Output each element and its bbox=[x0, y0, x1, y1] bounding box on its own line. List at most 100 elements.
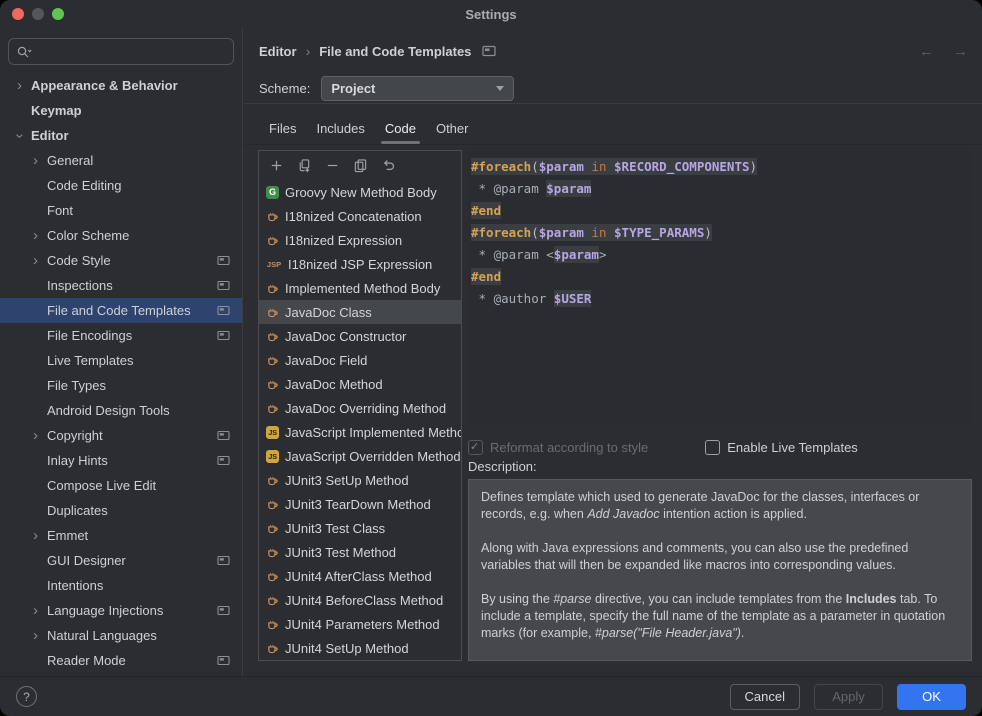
chevron-right-icon[interactable]: › bbox=[28, 154, 43, 168]
sidebar-item-natural-languages[interactable]: ›Natural Languages bbox=[0, 623, 242, 648]
sidebar-item-general[interactable]: ›General bbox=[0, 148, 242, 173]
sidebar-item-keymap[interactable]: Keymap bbox=[0, 98, 242, 123]
template-item-junit3-teardown-method[interactable]: JUnit3 TearDown Method bbox=[259, 492, 461, 516]
sidebar-item-gui-designer[interactable]: GUI Designer bbox=[0, 548, 242, 573]
template-item-i18nized-expression[interactable]: I18nized Expression bbox=[259, 228, 461, 252]
template-item-junit3-setup-method[interactable]: JUnit3 SetUp Method bbox=[259, 468, 461, 492]
template-item-i18nized-jsp-expression[interactable]: JSPI18nized JSP Expression bbox=[259, 252, 461, 276]
sidebar-item-copyright[interactable]: ›Copyright bbox=[0, 423, 242, 448]
live-templates-option[interactable]: Enable Live Templates bbox=[705, 440, 858, 455]
settings-search[interactable] bbox=[8, 38, 234, 65]
forward-arrow-icon[interactable]: → bbox=[953, 43, 968, 60]
template-item-javadoc-overriding-method[interactable]: JavaDoc Overriding Method bbox=[259, 396, 461, 420]
code-token bbox=[607, 158, 615, 175]
tab-includes[interactable]: Includes bbox=[306, 113, 374, 144]
template-item-junit3-test-class[interactable]: JUnit3 Test Class bbox=[259, 516, 461, 540]
sidebar-item-duplicates[interactable]: Duplicates bbox=[0, 498, 242, 523]
sidebar-item-label: Code Style bbox=[43, 253, 217, 268]
sidebar-item-live-templates[interactable]: Live Templates bbox=[0, 348, 242, 373]
sidebar-item-font[interactable]: Font bbox=[0, 198, 242, 223]
tab-files[interactable]: Files bbox=[259, 113, 306, 144]
settings-content: Editor › File and Code Templates ← → Sch… bbox=[244, 28, 982, 676]
sidebar-item-appearance-behavior[interactable]: ›Appearance & Behavior bbox=[0, 73, 242, 98]
sidebar-item-intentions[interactable]: Intentions bbox=[0, 573, 242, 598]
reformat-checkbox[interactable] bbox=[468, 440, 483, 455]
template-item-implemented-method-body[interactable]: Implemented Method Body bbox=[259, 276, 461, 300]
tab-other[interactable]: Other bbox=[426, 113, 479, 144]
template-item-javadoc-field[interactable]: JavaDoc Field bbox=[259, 348, 461, 372]
template-item-junit4-beforeclass-method[interactable]: JUnit4 BeforeClass Method bbox=[259, 588, 461, 612]
template-item-javadoc-class[interactable]: JavaDoc Class bbox=[259, 300, 461, 324]
template-item-junit3-test-method[interactable]: JUnit3 Test Method bbox=[259, 540, 461, 564]
description-box[interactable]: Defines template which used to generate … bbox=[468, 479, 972, 661]
live-templates-checkbox[interactable] bbox=[705, 440, 720, 455]
sidebar-item-language-injections[interactable]: ›Language Injections bbox=[0, 598, 242, 623]
code-token: #foreach bbox=[471, 224, 531, 241]
help-button[interactable]: ? bbox=[16, 686, 37, 707]
ok-button[interactable]: OK bbox=[897, 684, 966, 710]
template-item-label: JavaDoc Overriding Method bbox=[285, 401, 446, 416]
template-item-javascript-implemented-method[interactable]: JSJavaScript Implemented Method bbox=[259, 420, 461, 444]
chevron-down-icon[interactable]: › bbox=[13, 128, 27, 143]
template-item-junit4-afterclass-method[interactable]: JUnit4 AfterClass Method bbox=[259, 564, 461, 588]
java-cup-icon bbox=[266, 474, 279, 487]
close-window-button[interactable] bbox=[12, 8, 24, 20]
apply-button[interactable]: Apply bbox=[814, 684, 883, 710]
copy-template-button[interactable] bbox=[348, 154, 373, 177]
reset-template-button[interactable] bbox=[376, 154, 401, 177]
template-item-javadoc-constructor[interactable]: JavaDoc Constructor bbox=[259, 324, 461, 348]
remove-template-button[interactable] bbox=[320, 154, 345, 177]
cancel-button[interactable]: Cancel bbox=[730, 684, 800, 710]
template-item-javadoc-method[interactable]: JavaDoc Method bbox=[259, 372, 461, 396]
chevron-right-icon[interactable]: › bbox=[12, 79, 27, 93]
reformat-option[interactable]: Reformat according to style bbox=[468, 440, 648, 455]
sidebar-item-emmet[interactable]: ›Emmet bbox=[0, 523, 242, 548]
copy-icon bbox=[353, 158, 368, 173]
sidebar-item-editor[interactable]: ›Editor bbox=[0, 123, 242, 148]
screen-icon bbox=[217, 305, 230, 316]
sidebar-item-file-and-code-templates[interactable]: File and Code Templates bbox=[0, 298, 242, 323]
window-title: Settings bbox=[465, 7, 516, 22]
chevron-right-icon[interactable]: › bbox=[28, 529, 43, 543]
sidebar-item-code-style[interactable]: ›Code Style bbox=[0, 248, 242, 273]
template-item-junit4-parameters-method[interactable]: JUnit4 Parameters Method bbox=[259, 612, 461, 636]
sidebar-item-code-editing[interactable]: Code Editing bbox=[0, 173, 242, 198]
template-item-junit4-setup-method[interactable]: JUnit4 SetUp Method bbox=[259, 636, 461, 660]
sidebar-item-compose-live-edit[interactable]: Compose Live Edit bbox=[0, 473, 242, 498]
chevron-right-icon[interactable]: › bbox=[28, 229, 43, 243]
sidebar-item-android-design-tools[interactable]: Android Design Tools bbox=[0, 398, 242, 423]
zoom-window-button[interactable] bbox=[52, 8, 64, 20]
description-paragraph: Along with Java expressions and comments… bbox=[481, 540, 959, 574]
add-template-button[interactable] bbox=[264, 154, 289, 177]
breadcrumb-editor[interactable]: Editor bbox=[259, 44, 297, 59]
back-arrow-icon[interactable]: ← bbox=[919, 43, 934, 60]
template-item-groovy-new-method-body[interactable]: GGroovy New Method Body bbox=[259, 180, 461, 204]
sidebar-item-inlay-hints[interactable]: Inlay Hints bbox=[0, 448, 242, 473]
description-text: Add Javadoc bbox=[587, 507, 659, 521]
chevron-right-icon[interactable]: › bbox=[28, 429, 43, 443]
sidebar-item-color-scheme[interactable]: ›Color Scheme bbox=[0, 223, 242, 248]
template-item-i18nized-concatenation[interactable]: I18nized Concatenation bbox=[259, 204, 461, 228]
sidebar-item-reader-mode[interactable]: Reader Mode bbox=[0, 648, 242, 673]
template-item-javascript-overridden-method[interactable]: JSJavaScript Overridden Method bbox=[259, 444, 461, 468]
chevron-right-icon[interactable]: › bbox=[28, 604, 43, 618]
chevron-right-icon[interactable]: › bbox=[28, 629, 43, 643]
code-editor[interactable]: #foreach($param in $RECORD_COMPONENTS) *… bbox=[468, 150, 972, 427]
template-item-label: I18nized Expression bbox=[285, 233, 402, 248]
chevron-right-icon[interactable]: › bbox=[28, 254, 43, 268]
search-input[interactable] bbox=[35, 44, 226, 59]
scheme-dropdown[interactable]: Project bbox=[321, 76, 514, 101]
question-icon: ? bbox=[23, 690, 30, 704]
sidebar-item-file-types[interactable]: File Types bbox=[0, 373, 242, 398]
minimize-window-button[interactable] bbox=[32, 8, 44, 20]
sidebar-item-file-encodings[interactable]: File Encodings bbox=[0, 323, 242, 348]
sidebar-item-inspections[interactable]: Inspections bbox=[0, 273, 242, 298]
java-cup-icon-wrap bbox=[266, 210, 279, 223]
tab-code[interactable]: Code bbox=[375, 113, 426, 144]
template-item-label: Groovy New Method Body bbox=[285, 185, 437, 200]
duplicate-template-button[interactable] bbox=[292, 154, 317, 177]
titlebar: Settings bbox=[0, 0, 982, 28]
javascript-icon: JS bbox=[266, 450, 279, 463]
description-paragraph: Defines template which used to generate … bbox=[481, 489, 959, 523]
screen-icon-wrap bbox=[217, 655, 230, 666]
